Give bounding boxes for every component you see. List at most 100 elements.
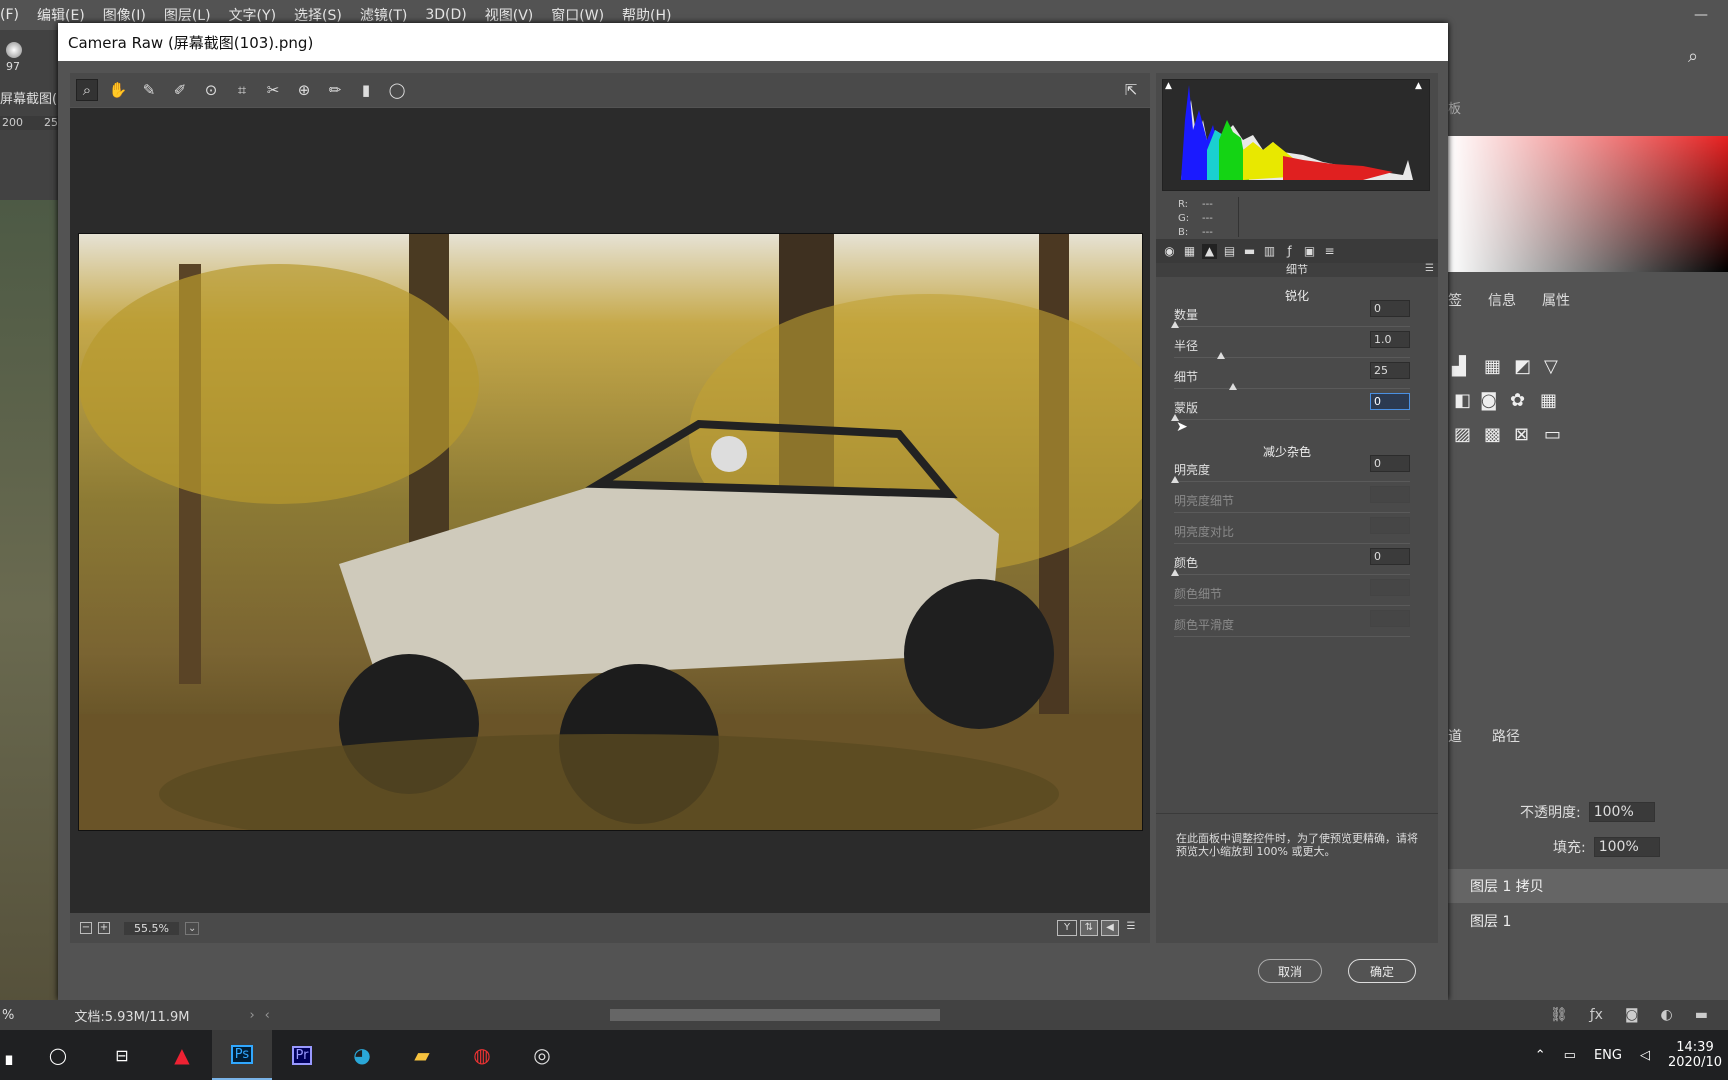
menu-select[interactable]: 选择(S) xyxy=(294,5,342,25)
tab-properties[interactable]: 属性 xyxy=(1542,290,1570,312)
camera-icon[interactable]: ◙ xyxy=(1480,390,1497,411)
brush-preview-icon[interactable] xyxy=(6,42,22,58)
curves-icon[interactable]: ▦ xyxy=(1484,356,1501,377)
detail-tab-icon[interactable]: ▲ xyxy=(1202,243,1217,259)
slider-track[interactable] xyxy=(1174,357,1410,358)
preferences-icon[interactable]: ☰ xyxy=(1122,920,1140,936)
color-picker-field[interactable] xyxy=(1448,136,1728,272)
menu-edit[interactable]: 编辑(E) xyxy=(37,5,85,25)
tab-paths[interactable]: 路径 xyxy=(1492,726,1520,748)
lens-tab-icon[interactable]: ▥ xyxy=(1262,244,1277,259)
lookup-icon[interactable]: ▦ xyxy=(1540,390,1557,411)
copy-settings-icon[interactable]: ◀ xyxy=(1101,920,1119,936)
posterize-icon[interactable]: ▩ xyxy=(1484,424,1501,445)
amount-input[interactable]: 0 xyxy=(1370,300,1410,317)
targeted-adjust-icon[interactable]: ⊙ xyxy=(200,79,222,101)
white-balance-icon[interactable]: ✎ xyxy=(138,79,160,101)
slider-thumb[interactable] xyxy=(1171,321,1179,328)
gradient-icon[interactable]: ▽ xyxy=(1544,356,1558,377)
link-icon[interactable]: ⛓ xyxy=(1550,1007,1568,1023)
adjustment-layer-icon[interactable]: ◐ xyxy=(1661,1007,1673,1023)
slider-thumb[interactable] xyxy=(1217,352,1225,359)
slider-track[interactable] xyxy=(1174,574,1410,575)
tab-info[interactable]: 信息 xyxy=(1488,290,1516,312)
menu-help[interactable]: 帮助(H) xyxy=(622,5,671,25)
menu-layer[interactable]: 图层(L) xyxy=(164,5,211,25)
spot-removal-icon[interactable]: ✂ xyxy=(262,79,284,101)
menu-image[interactable]: 图像(I) xyxy=(103,5,146,25)
tab-channels[interactable]: 道 xyxy=(1448,726,1462,748)
slider-track[interactable] xyxy=(1174,388,1410,389)
tray-up-icon[interactable]: ⌃ xyxy=(1535,1048,1546,1063)
zoom-level[interactable]: 55.5% xyxy=(124,921,179,935)
folder-icon[interactable]: ▬ xyxy=(1695,1007,1708,1023)
detail-input[interactable]: 25 xyxy=(1370,362,1410,379)
slider-track[interactable] xyxy=(1174,481,1410,482)
graduated-filter-icon[interactable]: ▮ xyxy=(355,79,377,101)
presets-tab-icon[interactable]: ≡ xyxy=(1322,244,1337,259)
zoom-icon[interactable]: ⌕ xyxy=(76,79,98,101)
compare-button[interactable]: Y xyxy=(1057,920,1077,936)
start-icon[interactable]: ▖ xyxy=(0,1030,24,1080)
status-arrow-icon[interactable]: › xyxy=(249,1008,254,1023)
menu-filter[interactable]: 滤镜(T) xyxy=(360,5,407,25)
brush-icon[interactable]: ✏ xyxy=(324,79,346,101)
color-input[interactable]: 0 xyxy=(1370,548,1410,565)
photoshop-icon[interactable]: Ps xyxy=(212,1030,272,1080)
calibration-tab-icon[interactable]: ▣ xyxy=(1302,244,1317,259)
threshold-icon[interactable]: ⊠ xyxy=(1514,424,1529,445)
basic-tab-icon[interactable]: ◉ xyxy=(1162,244,1177,259)
map-icon[interactable]: ▭ xyxy=(1544,424,1561,445)
cortana-app-icon[interactable]: ◕ xyxy=(332,1030,392,1080)
volume-icon[interactable]: ◁ xyxy=(1640,1048,1650,1063)
export-icon[interactable]: ⇱ xyxy=(1120,79,1142,101)
red-eye-icon[interactable]: ⊕ xyxy=(293,79,315,101)
layer-row-copy[interactable]: 图层 1 拷贝 xyxy=(1448,869,1728,903)
radial-filter-icon[interactable]: ◯ xyxy=(386,79,408,101)
menu-file[interactable]: (F) xyxy=(0,7,19,23)
mixer-icon[interactable]: ✿ xyxy=(1510,390,1525,411)
menu-type[interactable]: 文字(Y) xyxy=(229,5,276,25)
opacity-input[interactable]: 100% xyxy=(1588,802,1655,822)
menu-window[interactable]: 窗口(W) xyxy=(551,5,604,25)
fx-icon[interactable]: ƒx xyxy=(1590,1007,1603,1023)
menu-3d[interactable]: 3D(D) xyxy=(425,7,466,23)
hand-icon[interactable]: ✋ xyxy=(107,79,129,101)
cortana-icon[interactable]: ◯ xyxy=(24,1030,92,1080)
doc-tab[interactable]: 屏幕截图(10 xyxy=(0,88,58,107)
levels-icon[interactable]: ▟ xyxy=(1452,356,1466,377)
hue-icon[interactable]: ◧ xyxy=(1454,390,1471,411)
mask-icon[interactable]: ◙ xyxy=(1625,1007,1639,1023)
clock[interactable]: 14:39 2020/10 xyxy=(1668,1040,1722,1070)
task-view-icon[interactable]: ⊟ xyxy=(92,1030,152,1080)
slider-track[interactable] xyxy=(1174,419,1410,420)
crop-icon[interactable]: ⌗ xyxy=(231,79,253,101)
slider-track[interactable] xyxy=(1174,326,1410,327)
highlight-clip-icon[interactable]: ▲ xyxy=(1415,81,1425,91)
network-icon[interactable]: ▭ xyxy=(1564,1048,1576,1063)
zoom-in-button[interactable]: + xyxy=(98,922,110,934)
scroll-left-icon[interactable]: ‹ xyxy=(265,1008,270,1023)
search-icon[interactable]: ⌕ xyxy=(1688,46,1698,67)
hsl-tab-icon[interactable]: ▤ xyxy=(1222,244,1237,259)
zoom-out-button[interactable]: − xyxy=(80,922,92,934)
chevron-down-icon[interactable]: ⌄ xyxy=(184,921,200,935)
split-toning-tab-icon[interactable]: ▬ xyxy=(1242,244,1257,259)
effects-tab-icon[interactable]: ƒ xyxy=(1282,244,1297,259)
masking-input[interactable]: 0 xyxy=(1370,393,1410,410)
fill-input[interactable]: 100% xyxy=(1593,837,1660,857)
color-sampler-icon[interactable]: ✐ xyxy=(169,79,191,101)
minimize-icon[interactable]: — xyxy=(1694,7,1708,23)
slider-thumb[interactable] xyxy=(1171,476,1179,483)
tab-adjust[interactable]: 签 xyxy=(1448,290,1462,312)
language-indicator[interactable]: ENG xyxy=(1594,1048,1622,1063)
invert-icon[interactable]: ▨ xyxy=(1454,424,1471,445)
radius-input[interactable]: 1.0 xyxy=(1370,331,1410,348)
menu-view[interactable]: 视图(V) xyxy=(485,5,534,25)
layer-row[interactable]: 图层 1 xyxy=(1448,904,1728,938)
cancel-button[interactable]: 取消 xyxy=(1258,959,1322,983)
luminance-input[interactable]: 0 xyxy=(1370,455,1410,472)
file-explorer-icon[interactable]: ▰ xyxy=(392,1030,452,1080)
panel-menu-icon[interactable]: ☰ xyxy=(1425,263,1434,274)
premiere-icon[interactable]: Pr xyxy=(272,1030,332,1080)
